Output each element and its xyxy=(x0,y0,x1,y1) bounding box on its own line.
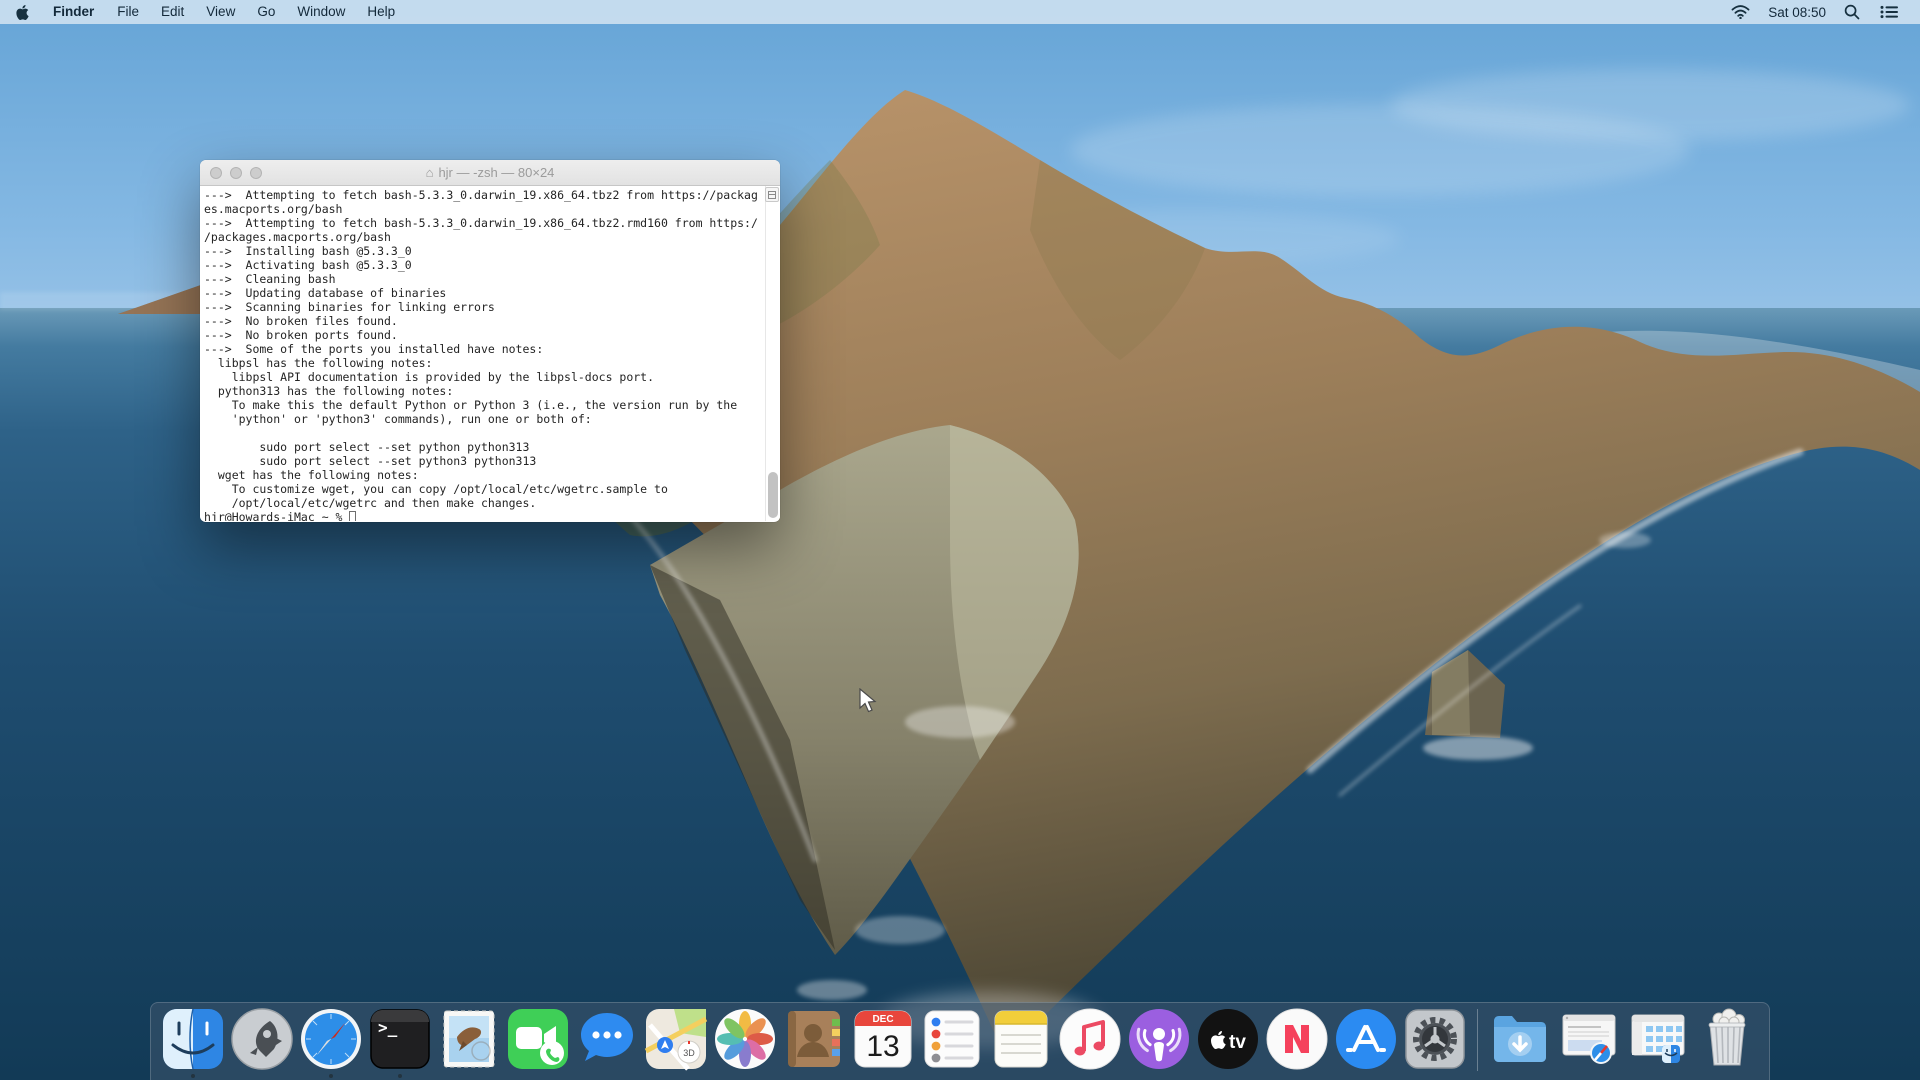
dock-item-system-preferences[interactable] xyxy=(1403,1007,1467,1071)
contacts-icon xyxy=(782,1007,846,1071)
terminal-cursor xyxy=(349,511,356,521)
menu-item-finder[interactable]: Finder xyxy=(41,0,106,24)
dock-item-calendar[interactable]: DEC 13 xyxy=(851,1007,915,1071)
svg-text:>_: >_ xyxy=(378,1018,398,1037)
dock-item-maps[interactable]: 3D xyxy=(644,1007,708,1071)
dock-item-messages[interactable] xyxy=(575,1007,639,1071)
tv-label: tv xyxy=(1229,1032,1246,1053)
apple-menu[interactable] xyxy=(0,5,41,20)
menu-bar-left: Finder File Edit View Go Window Help xyxy=(0,0,406,24)
menu-bar-right: Sat 08:50 xyxy=(1721,4,1920,20)
photos-icon xyxy=(713,1007,777,1071)
calendar-day-label: 13 xyxy=(866,1030,899,1063)
facetime-icon xyxy=(506,1007,570,1071)
calendar-icon: DEC 13 xyxy=(851,1007,915,1071)
terminal-window[interactable]: ⌂ hjr — -zsh — 80×24 ---> Attempting to … xyxy=(200,160,780,522)
dock-item-photos[interactable] xyxy=(713,1007,777,1071)
dock-item-minimized-safari-window[interactable] xyxy=(1557,1007,1621,1071)
launchpad-icon xyxy=(230,1007,294,1071)
notification-center-menu[interactable] xyxy=(1870,5,1908,19)
menu-item-window[interactable]: Window xyxy=(286,0,356,24)
maps-3d-label: 3D xyxy=(683,1048,695,1058)
dock-item-finder[interactable] xyxy=(161,1007,225,1071)
maps-icon: 3D xyxy=(644,1007,708,1071)
menu-item-help[interactable]: Help xyxy=(356,0,406,24)
downloads-folder-icon xyxy=(1488,1007,1552,1071)
terminal-prompt-line: hjr@Howards-iMac ~ % xyxy=(204,510,763,521)
safari-icon xyxy=(299,1007,363,1071)
dock-item-tv[interactable]: tv xyxy=(1196,1007,1260,1071)
dock-item-app-store[interactable] xyxy=(1334,1007,1398,1071)
running-indicator xyxy=(329,1074,333,1078)
dock-item-launchpad[interactable] xyxy=(230,1007,294,1071)
notification-center-icon xyxy=(1880,5,1898,19)
system-preferences-icon xyxy=(1403,1007,1467,1071)
finder-icon xyxy=(161,1007,225,1071)
menu-item-file[interactable]: File xyxy=(106,0,150,24)
reminders-icon xyxy=(920,1007,984,1071)
dock-item-minimized-finder-window[interactable] xyxy=(1626,1007,1690,1071)
trash-full-icon xyxy=(1695,1007,1759,1071)
menu-item-edit[interactable]: Edit xyxy=(150,0,195,24)
terminal-content[interactable]: ---> Attempting to fetch bash-5.3.3_0.da… xyxy=(200,186,780,521)
running-indicator xyxy=(398,1074,402,1078)
split-pane-icon xyxy=(768,191,776,199)
menu-bar-clock[interactable]: Sat 08:50 xyxy=(1760,5,1834,20)
terminal-prompt: hjr@Howards-iMac ~ % xyxy=(204,510,349,521)
search-icon xyxy=(1844,4,1860,20)
music-icon xyxy=(1058,1007,1122,1071)
menu-bar: Finder File Edit View Go Window Help Sat… xyxy=(0,0,1920,24)
spotlight-menu[interactable] xyxy=(1834,4,1870,20)
app-store-icon xyxy=(1334,1007,1398,1071)
dock-item-terminal[interactable]: >_ xyxy=(368,1007,432,1071)
wifi-menu[interactable] xyxy=(1721,5,1760,19)
dock-item-contacts[interactable] xyxy=(782,1007,846,1071)
minimized-safari-window-icon xyxy=(1557,1007,1621,1071)
podcasts-icon xyxy=(1127,1007,1191,1071)
dock-item-reminders[interactable] xyxy=(920,1007,984,1071)
terminal-icon: >_ xyxy=(368,1007,432,1071)
dock-item-mail[interactable] xyxy=(437,1007,501,1071)
apple-icon xyxy=(16,5,29,20)
scrollbar-thumb[interactable] xyxy=(768,472,778,518)
window-title: ⌂ hjr — -zsh — 80×24 xyxy=(200,165,780,180)
mouse-pointer xyxy=(858,688,880,714)
terminal-scrollbar[interactable] xyxy=(765,186,780,521)
split-pane-button[interactable] xyxy=(765,187,779,202)
dock-item-podcasts[interactable] xyxy=(1127,1007,1191,1071)
calendar-month-label: DEC xyxy=(872,1014,893,1025)
dock-item-safari[interactable] xyxy=(299,1007,363,1071)
dock-item-trash[interactable] xyxy=(1695,1007,1759,1071)
terminal-output: ---> Attempting to fetch bash-5.3.3_0.da… xyxy=(204,188,763,521)
home-folder-icon: ⌂ xyxy=(426,165,434,180)
dock: >_ xyxy=(150,1002,1770,1080)
dock-item-downloads-folder[interactable] xyxy=(1488,1007,1552,1071)
dock-item-facetime[interactable] xyxy=(506,1007,570,1071)
dock-item-news[interactable] xyxy=(1265,1007,1329,1071)
wifi-icon xyxy=(1731,5,1750,19)
terminal-output-text: ---> Attempting to fetch bash-5.3.3_0.da… xyxy=(204,188,763,510)
apple-tv-icon: tv xyxy=(1196,1007,1260,1071)
messages-icon xyxy=(575,1007,639,1071)
terminal-titlebar[interactable]: ⌂ hjr — -zsh — 80×24 xyxy=(200,160,780,186)
minimized-finder-window-icon xyxy=(1626,1007,1690,1071)
dock-item-notes[interactable] xyxy=(989,1007,1053,1071)
menu-item-view[interactable]: View xyxy=(195,0,246,24)
menu-item-go[interactable]: Go xyxy=(246,0,286,24)
dock-item-music[interactable] xyxy=(1058,1007,1122,1071)
news-icon xyxy=(1265,1007,1329,1071)
desktop: Finder File Edit View Go Window Help Sat… xyxy=(0,0,1920,1080)
mail-icon xyxy=(437,1007,501,1071)
dock-separator xyxy=(1477,1009,1478,1071)
running-indicator xyxy=(191,1074,195,1078)
window-title-text: hjr — -zsh — 80×24 xyxy=(438,165,554,180)
notes-icon xyxy=(989,1007,1053,1071)
